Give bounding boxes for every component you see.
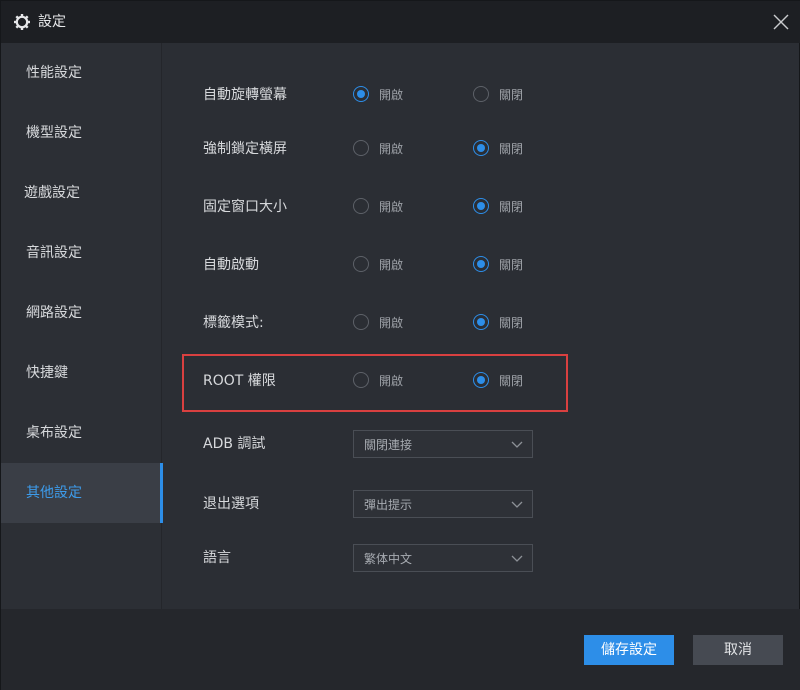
select-value: 彈出提示 [364, 498, 413, 512]
radio-auto-rotate-off[interactable] [473, 86, 489, 102]
setting-label-language: 語言 [203, 550, 231, 566]
radio-label-off: 關閉 [499, 374, 524, 388]
radio-root-off[interactable] [473, 372, 489, 388]
title-bar: 設定 [1, 1, 800, 43]
settings-window: 設定 性能設定 機型設定 遊戲設定 音訊設定 網路設定 快捷鍵 桌布設定 其他設… [0, 0, 800, 690]
sidebar-item-wallpaper[interactable]: 桌布設定 [1, 403, 162, 463]
close-icon[interactable] [771, 12, 791, 32]
radio-force-landscape-off[interactable] [473, 140, 489, 156]
save-button[interactable]: 儲存設定 [584, 635, 674, 665]
gear-icon [14, 14, 30, 30]
radio-label-off: 關閉 [499, 200, 524, 214]
radio-label-on: 開啟 [379, 258, 404, 272]
sidebar-item-label: 機型設定 [26, 125, 82, 141]
radio-label-on: 開啟 [379, 374, 404, 388]
radio-root-on[interactable] [353, 372, 369, 388]
radio-tab-mode-on[interactable] [353, 314, 369, 330]
select-value: 繁体中文 [364, 552, 413, 566]
sidebar-item-label: 桌布設定 [26, 425, 82, 441]
select-value: 關閉連接 [364, 438, 413, 452]
radio-auto-rotate-on[interactable] [353, 86, 369, 102]
settings-sidebar: 性能設定 機型設定 遊戲設定 音訊設定 網路設定 快捷鍵 桌布設定 其他設定 [1, 43, 163, 609]
radio-label-off: 關閉 [499, 258, 524, 272]
setting-label-adb: ADB 調試 [203, 436, 266, 452]
sidebar-item-label: 遊戲設定 [24, 185, 80, 201]
radio-label-off: 關閉 [499, 142, 524, 156]
setting-label-auto-start: 自動啟動 [203, 257, 259, 273]
setting-label-auto-rotate: 自動旋轉螢幕 [203, 87, 287, 103]
cancel-button[interactable]: 取消 [693, 635, 783, 665]
sidebar-item-label: 網路設定 [26, 305, 82, 321]
chevron-down-icon [511, 501, 523, 508]
setting-label-fixed-window: 固定窗口大小 [203, 199, 287, 215]
sidebar-item-label: 音訊設定 [26, 245, 82, 261]
setting-label-exit: 退出選項 [203, 496, 259, 512]
chevron-down-icon [511, 555, 523, 562]
sidebar-item-network[interactable]: 網路設定 [1, 283, 162, 343]
radio-fixed-window-off[interactable] [473, 198, 489, 214]
radio-auto-start-off[interactable] [473, 256, 489, 272]
sidebar-item-label: 性能設定 [26, 65, 82, 81]
sidebar-item-label: 其他設定 [26, 485, 82, 501]
language-select[interactable]: 繁体中文 [353, 544, 533, 572]
sidebar-item-label: 快捷鍵 [26, 365, 68, 381]
adb-debug-select[interactable]: 關閉連接 [353, 430, 533, 458]
setting-label-tab-mode: 標籤模式: [203, 315, 264, 331]
radio-label-on: 開啟 [379, 200, 404, 214]
radio-auto-start-on[interactable] [353, 256, 369, 272]
setting-label-root: ROOT 權限 [203, 373, 276, 389]
sidebar-item-performance[interactable]: 性能設定 [1, 43, 162, 103]
sidebar-item-shortcuts[interactable]: 快捷鍵 [1, 343, 162, 403]
radio-label-on: 開啟 [379, 316, 404, 330]
window-title: 設定 [38, 14, 66, 30]
sidebar-item-audio[interactable]: 音訊設定 [1, 223, 162, 283]
sidebar-item-other[interactable]: 其他設定 [1, 463, 163, 523]
setting-label-force-landscape: 強制鎖定橫屏 [203, 141, 287, 157]
radio-tab-mode-off[interactable] [473, 314, 489, 330]
radio-label-on: 開啟 [379, 142, 404, 156]
radio-label-on: 開啟 [379, 88, 404, 102]
sidebar-item-game[interactable]: 遊戲設定 [1, 163, 162, 223]
radio-force-landscape-on[interactable] [353, 140, 369, 156]
sidebar-item-device-model[interactable]: 機型設定 [1, 103, 162, 163]
radio-label-off: 關閉 [499, 88, 524, 102]
radio-fixed-window-on[interactable] [353, 198, 369, 214]
dialog-footer [1, 609, 800, 690]
radio-label-off: 關閉 [499, 316, 524, 330]
chevron-down-icon [511, 441, 523, 448]
exit-option-select[interactable]: 彈出提示 [353, 490, 533, 518]
